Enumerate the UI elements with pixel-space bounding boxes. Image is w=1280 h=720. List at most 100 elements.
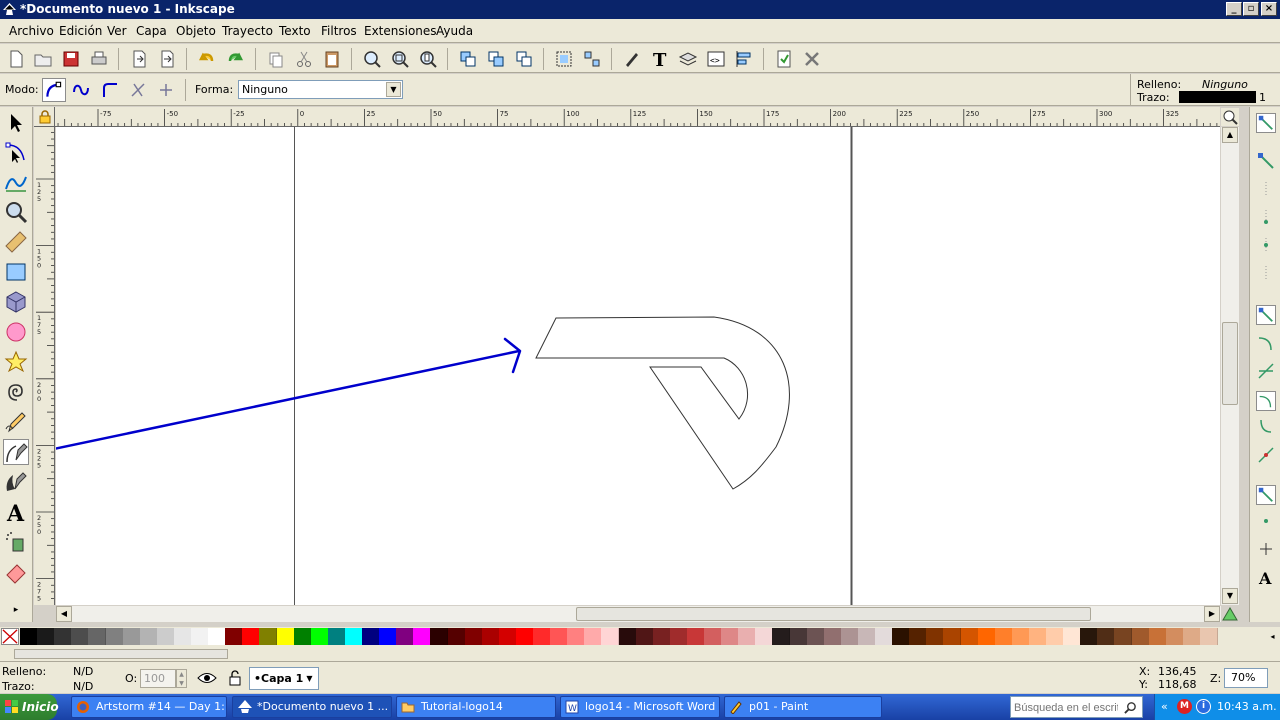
color-swatch[interactable] (71, 628, 90, 645)
zoom-selection-icon[interactable] (362, 49, 382, 69)
color-swatch[interactable] (977, 628, 996, 645)
color-manage-icon[interactable] (1221, 606, 1239, 622)
color-swatch[interactable] (464, 628, 483, 645)
snap-bbox-icon[interactable] (1256, 151, 1276, 171)
text-font-icon[interactable]: T (650, 49, 670, 71)
color-swatch[interactable] (20, 628, 38, 645)
zoom-drawing-icon[interactable] (390, 49, 410, 69)
document-properties-icon[interactable] (774, 49, 794, 69)
task-firefox[interactable]: Artstorm #14 — Day 1: ... (71, 696, 227, 718)
palette-scrollbar[interactable] (0, 647, 1280, 661)
color-swatch[interactable] (1028, 628, 1047, 645)
color-swatch[interactable] (721, 628, 740, 645)
color-swatch[interactable] (584, 628, 603, 645)
snap-bbox-corner-icon[interactable] (1256, 207, 1276, 227)
color-swatch[interactable] (943, 628, 962, 645)
zoom-tool-icon[interactable] (3, 199, 29, 225)
lock-layer-icon[interactable] (228, 670, 242, 686)
preferences-icon[interactable] (802, 49, 822, 69)
shape-select[interactable]: Ninguno ▼ (238, 80, 403, 99)
menu-edicion[interactable]: Edición (59, 24, 102, 38)
color-swatch[interactable] (344, 628, 363, 645)
color-swatch[interactable] (601, 628, 620, 645)
rectangle-tool-icon[interactable] (3, 259, 29, 285)
menu-extensiones[interactable]: Extensiones (364, 24, 437, 38)
save-icon[interactable] (61, 49, 81, 69)
snap-object-center-icon[interactable] (1256, 485, 1276, 505)
color-swatch[interactable] (755, 628, 774, 645)
scroll-left-icon[interactable]: ◀ (56, 606, 72, 622)
opacity-spinner[interactable]: ▲ ▼ (176, 669, 187, 688)
paraxial-mode-icon[interactable] (128, 80, 148, 100)
ruler-corner[interactable] (34, 107, 55, 127)
snap-bbox-midpoint-icon[interactable] (1256, 235, 1276, 255)
snap-rotation-center-icon[interactable] (1256, 511, 1276, 531)
snap-smooth-icon[interactable] (1256, 417, 1276, 437)
color-swatch[interactable] (806, 628, 825, 645)
style-fill-value[interactable]: Ninguno (1202, 78, 1248, 91)
color-swatch[interactable] (926, 628, 945, 645)
color-swatch[interactable] (875, 628, 893, 645)
color-swatch[interactable] (225, 628, 244, 645)
color-swatch[interactable] (88, 628, 107, 645)
color-swatch[interactable] (567, 628, 586, 645)
task-inkscape[interactable]: *Documento nuevo 1 ... (232, 696, 392, 718)
desktop-search-box[interactable] (1010, 696, 1143, 718)
color-swatch[interactable] (54, 628, 73, 645)
drawing-canvas[interactable] (56, 127, 1220, 605)
color-swatch[interactable] (276, 628, 295, 645)
measure-tool-icon[interactable] (3, 229, 29, 255)
copy-icon[interactable] (266, 49, 286, 69)
spiral-tool-icon[interactable] (3, 379, 29, 405)
chevron-down-icon[interactable]: ▼ (386, 82, 401, 97)
zoom-corner-icon[interactable] (1221, 108, 1239, 126)
task-word[interactable]: logo14 - Microsoft Word (560, 696, 720, 718)
snap-cusp-icon[interactable] (1256, 391, 1276, 411)
vertical-ruler[interactable]: 125150175200225250275300325 (34, 127, 55, 605)
no-paint-swatch[interactable] (1, 628, 19, 645)
color-swatch[interactable] (413, 628, 432, 645)
color-swatch[interactable] (669, 628, 688, 645)
color-swatch[interactable] (994, 628, 1013, 645)
snap-bbox-center-icon[interactable] (1256, 263, 1276, 283)
color-swatch[interactable] (447, 628, 466, 645)
color-swatch[interactable] (652, 628, 671, 645)
selector-tool-icon[interactable] (3, 110, 29, 136)
color-swatch[interactable] (686, 628, 705, 645)
xml-editor-icon[interactable]: <> (706, 49, 726, 69)
color-swatch[interactable] (892, 628, 911, 645)
spiro-mode-icon[interactable] (71, 80, 91, 100)
eraser-tool-icon[interactable] (3, 559, 29, 585)
cut-icon[interactable] (294, 49, 314, 69)
node-tool-icon[interactable] (3, 140, 29, 166)
color-swatch[interactable] (1165, 628, 1184, 645)
color-swatch[interactable] (533, 628, 551, 645)
color-swatch[interactable] (909, 628, 928, 645)
tweak-tool-icon[interactable] (3, 169, 29, 195)
ellipse-tool-icon[interactable] (3, 319, 29, 345)
color-swatch[interactable] (310, 628, 329, 645)
task-folder[interactable]: Tutorial-logo14 (396, 696, 556, 718)
duplicate-icon[interactable] (458, 49, 478, 69)
menu-objeto[interactable]: Objeto (176, 24, 216, 38)
scroll-down-icon[interactable]: ▼ (1222, 588, 1238, 604)
color-swatch[interactable] (37, 628, 56, 645)
vertical-scroll-thumb[interactable] (1222, 322, 1238, 405)
paste-icon[interactable] (322, 49, 342, 69)
horizontal-ruler[interactable]: -75 -50 -25 0 25 50 75 100 125 150 175 200 225 250 275… (55, 107, 1220, 127)
chevron-down-icon[interactable]: ▼ (302, 670, 317, 687)
scroll-right-icon[interactable]: ▶ (1204, 606, 1220, 622)
menu-filtros[interactable]: Filtros (321, 24, 357, 38)
menu-trayecto[interactable]: Trayecto (222, 24, 273, 38)
menu-capa[interactable]: Capa (136, 24, 167, 38)
toolbox-more-icon[interactable]: ▸ (3, 597, 29, 623)
snap-text-baseline-icon[interactable]: A (1256, 567, 1276, 588)
status-fill-value[interactable]: N/D (73, 665, 93, 678)
menu-ayuda[interactable]: Ayuda (436, 24, 473, 38)
export-icon[interactable] (157, 49, 177, 69)
color-swatch[interactable] (122, 628, 141, 645)
color-swatch[interactable] (173, 628, 192, 645)
color-swatch[interactable] (259, 628, 278, 645)
color-swatch[interactable] (379, 628, 398, 645)
maximize-button[interactable]: ▫ (1243, 2, 1259, 16)
